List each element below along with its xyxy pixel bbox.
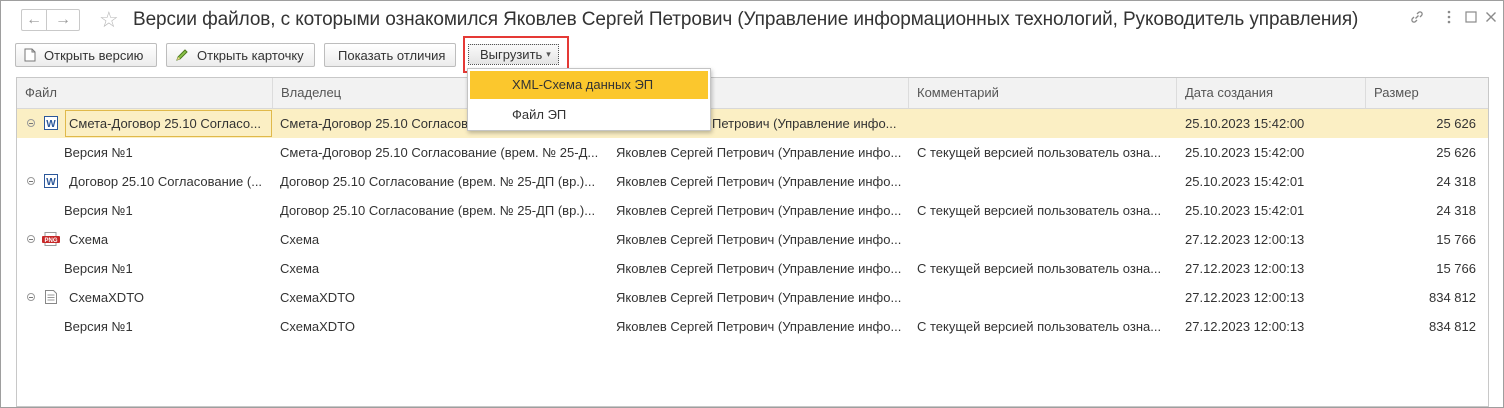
chevron-down-icon: ▾ (546, 49, 551, 59)
date-cell: 25.10.2023 15:42:00 (1185, 116, 1305, 131)
forward-arrow-icon[interactable]: → (46, 9, 80, 31)
owner-cell: Схема (280, 232, 320, 247)
version-name: Версия №1 (64, 145, 133, 160)
size-cell: 15 766 (1436, 261, 1476, 276)
table-row[interactable]: СхемаXDTO СхемаXDTO Яковлев Сергей Петро… (17, 283, 1488, 312)
comment-cell: С текущей версией пользователь озна... (917, 319, 1162, 334)
table-row[interactable]: Версия №1 Смета-Договор 25.10 Согласован… (17, 138, 1488, 167)
date-cell: 27.12.2023 12:00:13 (1185, 261, 1305, 276)
svg-text:W: W (46, 177, 56, 188)
comment-cell: С текущей версией пользователь озна... (917, 203, 1162, 218)
file-name: Схема (69, 232, 109, 247)
column-file[interactable]: Файл (17, 78, 273, 108)
owner-cell: СхемаXDTO (280, 290, 356, 305)
owner-cell: Договор 25.10 Согласование (врем. № 25-Д… (280, 174, 596, 189)
svg-text:PNG: PNG (44, 238, 57, 244)
column-size[interactable]: Размер (1366, 78, 1488, 108)
date-cell: 25.10.2023 15:42:01 (1185, 203, 1305, 218)
back-arrow-icon[interactable]: ← (21, 9, 46, 31)
show-diff-label: Показать отличия (338, 47, 446, 63)
column-comment[interactable]: Комментарий (909, 78, 1177, 108)
date-cell: 27.12.2023 12:00:13 (1185, 319, 1305, 334)
date-cell: 25.10.2023 15:42:01 (1185, 174, 1305, 189)
window-title: Версии файлов, с которыми ознакомился Як… (133, 9, 1359, 30)
comment-cell: С текущей версией пользователь озна... (917, 145, 1162, 160)
open-version-button[interactable]: Открыть версию (15, 43, 157, 67)
file-name: СхемаXDTO (69, 290, 145, 305)
pencil-icon (175, 48, 189, 62)
svg-text:W: W (46, 119, 56, 130)
comment-cell (917, 167, 1172, 196)
author-cell: Петрович (Управление инфо... (712, 116, 897, 131)
comment-cell (917, 283, 1172, 312)
date-cell: 27.12.2023 12:00:13 (1185, 232, 1305, 247)
column-created-date[interactable]: Дата создания (1177, 78, 1366, 108)
size-cell: 24 318 (1436, 174, 1476, 189)
comment-cell (917, 109, 1172, 138)
close-icon[interactable] (1483, 9, 1499, 30)
owner-cell: Схема (280, 261, 320, 276)
author-cell: Яковлев Сергей Петрович (Управление инфо… (616, 261, 902, 276)
open-card-button[interactable]: Открыть карточку (166, 43, 315, 67)
open-card-label: Открыть карточку (197, 47, 304, 63)
collapse-toggle-icon[interactable] (27, 119, 35, 127)
title-bar: ← → ☆ Версии файлов, с которыми ознакоми… (1, 1, 1503, 39)
size-cell: 25 626 (1436, 145, 1476, 160)
author-cell: Яковлев Сергей Петрович (Управление инфо… (616, 319, 902, 334)
link-icon[interactable] (1409, 9, 1425, 30)
table-header: Файл Владелец Комментарий Дата создания … (17, 78, 1488, 109)
author-cell: Яковлев Сергей Петрович (Управление инфо… (616, 203, 902, 218)
owner-cell: Смета-Договор 25.10 Согласова (280, 116, 470, 131)
table-row[interactable]: Версия №1 Схема Яковлев Сергей Петрович … (17, 254, 1488, 283)
export-label: Выгрузить (480, 47, 543, 62)
favorite-star-icon[interactable]: ☆ (99, 7, 119, 33)
author-cell: Яковлев Сергей Петрович (Управление инфо… (616, 232, 902, 247)
versions-table: Файл Владелец Комментарий Дата создания … (16, 77, 1489, 407)
owner-cell: Договор 25.10 Согласование (врем. № 25-Д… (280, 203, 596, 218)
author-cell: Яковлев Сергей Петрович (Управление инфо… (616, 174, 902, 189)
version-name: Версия №1 (64, 203, 133, 218)
window: ← → ☆ Версии файлов, с которыми ознакоми… (0, 0, 1504, 408)
show-diff-button[interactable]: Показать отличия (324, 43, 456, 67)
table-row[interactable]: W Смета-Договор 25.10 Согласо... Смета-Д… (17, 109, 1488, 138)
png-file-icon: PNG (42, 232, 60, 246)
version-name: Версия №1 (64, 319, 133, 334)
owner-cell: Смета-Договор 25.10 Согласование (врем. … (280, 145, 599, 160)
open-version-label: Открыть версию (44, 47, 144, 63)
text-file-icon (45, 290, 57, 304)
author-cell: Яковлев Сергей Петрович (Управление инфо… (616, 290, 902, 305)
size-cell: 24 318 (1436, 203, 1476, 218)
owner-cell: СхемаXDTO (280, 319, 356, 334)
word-file-icon: W (44, 116, 58, 130)
collapse-toggle-icon[interactable] (27, 177, 35, 185)
export-dropdown-menu: XML-Схема данных ЭП Файл ЭП (467, 68, 711, 131)
size-cell: 834 812 (1429, 319, 1476, 334)
table-row[interactable]: Версия №1 Договор 25.10 Согласование (вр… (17, 196, 1488, 225)
collapse-toggle-icon[interactable] (27, 235, 35, 243)
comment-cell: С текущей версией пользователь озна... (917, 261, 1162, 276)
document-icon (24, 48, 36, 62)
collapse-toggle-icon[interactable] (27, 293, 35, 301)
size-cell: 834 812 (1429, 290, 1476, 305)
version-name: Версия №1 (64, 261, 133, 276)
size-cell: 15 766 (1436, 232, 1476, 247)
menu-item-xml-signature-schema[interactable]: XML-Схема данных ЭП (470, 71, 708, 99)
file-name: Смета-Договор 25.10 Согласо... (69, 116, 261, 131)
table-row[interactable]: PNG Схема Схема Яковлев Сергей Петрович … (17, 225, 1488, 254)
file-name: Договор 25.10 Согласование (... (69, 174, 263, 189)
size-cell: 25 626 (1436, 116, 1476, 131)
export-dropdown-button[interactable]: Выгрузить ▾ (468, 44, 559, 65)
table-row[interactable]: Версия №1 СхемаXDTO Яковлев Сергей Петро… (17, 312, 1488, 341)
date-cell: 25.10.2023 15:42:00 (1185, 145, 1305, 160)
more-menu-icon[interactable] (1441, 9, 1457, 30)
comment-cell (917, 225, 1172, 254)
table-row[interactable]: W Договор 25.10 Согласование (... Догово… (17, 167, 1488, 196)
restore-icon[interactable] (1463, 9, 1479, 30)
menu-item-signature-file[interactable]: Файл ЭП (470, 101, 708, 129)
author-cell: Яковлев Сергей Петрович (Управление инфо… (616, 145, 902, 160)
date-cell: 27.12.2023 12:00:13 (1185, 290, 1305, 305)
word-file-icon: W (44, 174, 58, 188)
